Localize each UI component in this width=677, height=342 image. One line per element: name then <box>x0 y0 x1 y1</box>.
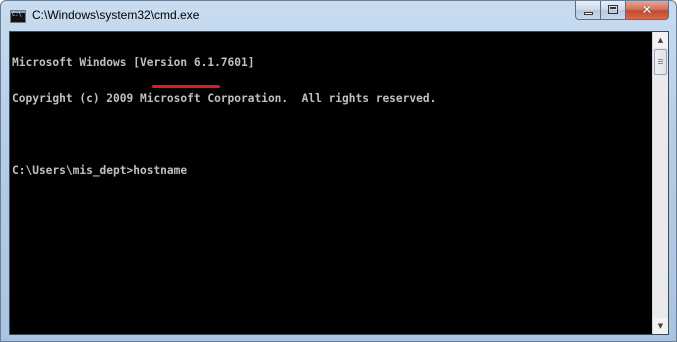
minimize-icon <box>584 12 593 15</box>
scroll-up-button[interactable]: ▲ <box>653 32 668 48</box>
cmd-app-icon[interactable]: C:\ <box>10 10 26 23</box>
app-icon-text: C:\ <box>12 11 22 18</box>
console-output[interactable]: Microsoft Windows [Version 6.1.7601] Cop… <box>10 32 653 334</box>
scroll-up-arrow-icon: ▲ <box>657 35 664 44</box>
title-bar[interactable]: C:\ C:\Windows\system32\cmd.exe ✕ <box>1 1 676 31</box>
scroll-down-button[interactable]: ▼ <box>653 318 668 334</box>
maximize-icon <box>608 5 618 14</box>
minimize-button[interactable] <box>575 1 601 20</box>
cmd-window: C:\ C:\Windows\system32\cmd.exe ✕ Micros… <box>0 0 677 342</box>
scroll-down-arrow-icon: ▼ <box>657 321 664 330</box>
console-line-command: C:\Users\mis_dept>hostname <box>12 164 188 177</box>
close-button[interactable]: ✕ <box>626 1 669 20</box>
console-line-version: Microsoft Windows [Version 6.1.7601] <box>12 56 255 69</box>
command-highlight-underline <box>152 85 220 88</box>
maximize-button[interactable] <box>601 1 626 20</box>
console-area[interactable]: Microsoft Windows [Version 6.1.7601] Cop… <box>9 31 669 335</box>
scrollbar-thumb[interactable] <box>654 49 667 75</box>
thumb-grip-line <box>658 63 663 64</box>
console-line-copyright: Copyright (c) 2009 Microsoft Corporation… <box>12 92 437 105</box>
caption-buttons: ✕ <box>575 1 669 21</box>
thumb-grip-line <box>658 59 663 60</box>
close-icon: ✕ <box>641 2 653 18</box>
vertical-scrollbar[interactable]: ▲ ▼ <box>652 32 668 334</box>
window-title: C:\Windows\system32\cmd.exe <box>32 8 200 22</box>
thumb-grip-line <box>658 61 663 62</box>
